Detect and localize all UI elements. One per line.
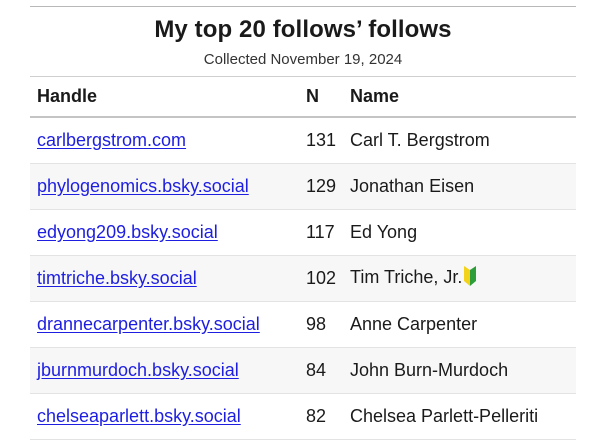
table-row: timtriche.bsky.social 102 Tim Triche, Jr… <box>30 255 576 301</box>
handle-link[interactable]: phylogenomics.bsky.social <box>37 176 249 196</box>
table-row: edyong209.bsky.social 117 Ed Yong <box>30 209 576 255</box>
table-row: drannecarpenter.bsky.social 98 Anne Carp… <box>30 301 576 347</box>
header-row: Handle N Name <box>30 76 576 117</box>
handle-cell: jburnmurdoch.bsky.social <box>30 347 300 393</box>
table-row: phylogenomics.bsky.social 129 Jonathan E… <box>30 163 576 209</box>
handle-link[interactable]: edyong209.bsky.social <box>37 222 218 242</box>
handle-cell: drannecarpenter.bsky.social <box>30 301 300 347</box>
display-name: Tim Triche, Jr. <box>350 266 463 287</box>
count-cell: 117 <box>306 221 335 242</box>
table-subtitle: Collected November 19, 2024 <box>203 51 403 68</box>
handle-link[interactable]: timtriche.bsky.social <box>37 268 197 288</box>
count-cell: 84 <box>306 359 327 380</box>
table-title: My top 20 follows’ follows <box>154 16 452 43</box>
column-header-n: N <box>306 86 319 106</box>
handle-cell: timtriche.bsky.social <box>30 255 300 301</box>
column-header-name: Name <box>350 86 400 106</box>
count-cell: 131 <box>306 129 337 150</box>
display-name: Ed Yong <box>350 221 418 242</box>
table-header: Handle N Name <box>30 76 576 117</box>
count-cell: 102 <box>306 267 337 288</box>
display-name: John Burn-Murdoch <box>350 359 509 380</box>
handle-link[interactable]: jburnmurdoch.bsky.social <box>37 360 239 380</box>
name-cell: Carl T. Bergstrom <box>348 117 576 163</box>
count-cell: 82 <box>306 405 327 426</box>
table-row: jburnmurdoch.bsky.social 84 John Burn-Mu… <box>30 347 576 393</box>
count-cell: 98 <box>306 313 327 334</box>
handle-cell: carlbergstrom.com <box>30 117 300 163</box>
follows-table: Handle N Name carlbergstrom.com 131 Carl… <box>30 76 576 440</box>
display-name: Carl T. Bergstrom <box>350 129 490 150</box>
handle-link[interactable]: chelseaparlett.bsky.social <box>37 406 241 426</box>
handle-cell: edyong209.bsky.social <box>30 209 300 255</box>
name-cell: Ed Yong <box>348 209 576 255</box>
handle-cell: chelseaparlett.bsky.social <box>30 393 300 439</box>
name-cell: Tim Triche, Jr. <box>348 255 576 301</box>
table-row: chelseaparlett.bsky.social 82 Chelsea Pa… <box>30 393 576 439</box>
display-name: Jonathan Eisen <box>350 175 475 196</box>
table-body: carlbergstrom.com 131 Carl T. Bergstrom … <box>30 117 576 439</box>
follows-table-container: My top 20 follows’ follows Collected Nov… <box>30 0 576 440</box>
japanese-beginner-symbol-icon <box>463 265 477 291</box>
handle-link[interactable]: carlbergstrom.com <box>37 130 186 150</box>
name-cell: John Burn-Murdoch <box>348 347 576 393</box>
handle-link[interactable]: drannecarpenter.bsky.social <box>37 314 260 334</box>
name-cell: Chelsea Parlett-Pelleriti <box>348 393 576 439</box>
handle-cell: phylogenomics.bsky.social <box>30 163 300 209</box>
top-divider <box>30 6 576 7</box>
name-cell: Jonathan Eisen <box>348 163 576 209</box>
table-row: carlbergstrom.com 131 Carl T. Bergstrom <box>30 117 576 163</box>
display-name: Anne Carpenter <box>350 313 478 334</box>
column-header-handle: Handle <box>37 86 98 106</box>
count-cell: 129 <box>306 175 337 196</box>
display-name: Chelsea Parlett-Pelleriti <box>350 405 539 426</box>
name-cell: Anne Carpenter <box>348 301 576 347</box>
